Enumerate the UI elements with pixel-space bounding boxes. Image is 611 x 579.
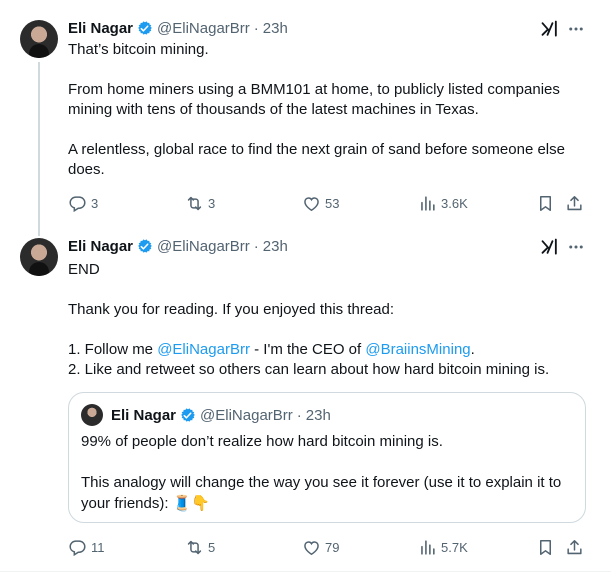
tweet-line: That’s bitcoin mining. bbox=[68, 41, 209, 58]
views-icon bbox=[418, 538, 437, 557]
author-name[interactable]: Eli Nagar bbox=[68, 20, 133, 37]
tweet-line: 2. Like and retweet so others can learn … bbox=[68, 361, 550, 378]
share-button[interactable] bbox=[565, 537, 588, 557]
author-handle[interactable]: @EliNagarBrr bbox=[200, 407, 293, 424]
quote-text: 99% of people don’t realize how hard bit… bbox=[81, 431, 575, 514]
repost-count: 3 bbox=[208, 195, 216, 211]
like-count: 53 bbox=[325, 195, 340, 211]
author-handle[interactable]: @EliNagarBrr bbox=[157, 238, 250, 255]
tweet-header: Eli Nagar @EliNagarBrr · 23h bbox=[68, 18, 288, 38]
quote-line: This analogy will change the way you see… bbox=[81, 474, 562, 512]
tweet-line: Thank you for reading. If you enjoyed th… bbox=[68, 301, 395, 318]
reply-count: 11 bbox=[91, 539, 105, 555]
like-count: 79 bbox=[325, 539, 340, 555]
bookmark-button[interactable] bbox=[536, 537, 559, 557]
reply-button[interactable]: 3 bbox=[68, 193, 98, 213]
share-button[interactable] bbox=[565, 193, 588, 213]
like-icon bbox=[302, 538, 321, 557]
reply-icon bbox=[68, 194, 87, 213]
more-icon[interactable] bbox=[567, 19, 585, 39]
repost-button[interactable]: 5 bbox=[185, 537, 215, 557]
avatar[interactable] bbox=[81, 404, 103, 426]
tweet[interactable]: Eli Nagar @EliNagarBrr · 23h That’s bitc… bbox=[0, 0, 611, 228]
views-count: 5.7K bbox=[441, 539, 468, 555]
quoted-tweet[interactable]: Eli Nagar @EliNagarBrr · 23h 99% of peop… bbox=[68, 392, 586, 523]
timestamp[interactable]: 23h bbox=[263, 20, 288, 37]
tweet-text: That’s bitcoin mining. From home miners … bbox=[68, 40, 593, 180]
bookmark-button[interactable] bbox=[536, 193, 559, 213]
like-icon bbox=[302, 194, 321, 213]
tweet-text: END Thank you for reading. If you enjoye… bbox=[68, 260, 593, 380]
thread-connector bbox=[38, 62, 40, 228]
reply-count: 3 bbox=[91, 195, 99, 211]
reply-icon bbox=[68, 538, 87, 557]
like-button[interactable]: 79 bbox=[302, 537, 339, 557]
views-button[interactable]: 5.7K bbox=[418, 537, 468, 557]
timestamp[interactable]: 23h bbox=[263, 238, 288, 255]
verified-badge-icon bbox=[136, 20, 153, 37]
avatar[interactable] bbox=[20, 20, 58, 58]
action-bar: 3 3 53 3.6K bbox=[68, 193, 593, 213]
tweet-line: A relentless, global race to find the ne… bbox=[68, 141, 565, 178]
separator: · bbox=[253, 237, 259, 255]
author-name[interactable]: Eli Nagar bbox=[68, 238, 133, 255]
avatar[interactable] bbox=[20, 238, 58, 276]
bookmark-icon bbox=[536, 194, 555, 213]
tweet-divider bbox=[0, 571, 611, 572]
repost-count: 5 bbox=[208, 539, 216, 555]
repost-icon bbox=[185, 194, 204, 213]
verified-badge-icon bbox=[136, 238, 153, 255]
separator: · bbox=[253, 19, 259, 37]
share-icon bbox=[565, 194, 584, 213]
bookmark-icon bbox=[536, 538, 555, 557]
tweet[interactable]: Eli Nagar @EliNagarBrr · 23h END Thank y… bbox=[0, 228, 611, 571]
views-count: 3.6K bbox=[441, 195, 468, 211]
reply-button[interactable]: 11 bbox=[68, 537, 105, 557]
grok-icon[interactable] bbox=[540, 237, 560, 257]
repost-button[interactable]: 3 bbox=[185, 193, 215, 213]
mention-link[interactable]: @BraiinsMining bbox=[365, 341, 470, 358]
author-name[interactable]: Eli Nagar bbox=[111, 407, 176, 424]
text-span: 1. Follow me bbox=[68, 341, 158, 358]
tweet-line: END bbox=[68, 261, 100, 278]
timestamp[interactable]: 23h bbox=[306, 407, 331, 424]
tweet-line: 1. Follow me @EliNagarBrr - I'm the CEO … bbox=[68, 340, 593, 360]
grok-icon[interactable] bbox=[540, 19, 560, 39]
tweet-line: From home miners using a BMM101 at home,… bbox=[68, 81, 560, 118]
text-span: . bbox=[470, 341, 475, 358]
views-icon bbox=[418, 194, 437, 213]
separator: · bbox=[296, 406, 302, 424]
views-button[interactable]: 3.6K bbox=[418, 193, 468, 213]
mention-link[interactable]: @EliNagarBrr bbox=[157, 341, 250, 358]
share-icon bbox=[565, 538, 584, 557]
repost-icon bbox=[185, 538, 204, 557]
verified-badge-icon bbox=[179, 407, 196, 424]
action-bar: 11 5 79 5.7K bbox=[68, 537, 593, 557]
thread-connector bbox=[38, 228, 40, 236]
quote-line: 99% of people don’t realize how hard bit… bbox=[81, 433, 443, 450]
text-span: - I'm the CEO of bbox=[249, 341, 366, 358]
author-handle[interactable]: @EliNagarBrr bbox=[157, 20, 250, 37]
tweet-header: Eli Nagar @EliNagarBrr · 23h bbox=[68, 236, 288, 256]
more-icon[interactable] bbox=[567, 237, 585, 257]
like-button[interactable]: 53 bbox=[302, 193, 339, 213]
quote-header: Eli Nagar @EliNagarBrr · 23h bbox=[111, 405, 331, 425]
